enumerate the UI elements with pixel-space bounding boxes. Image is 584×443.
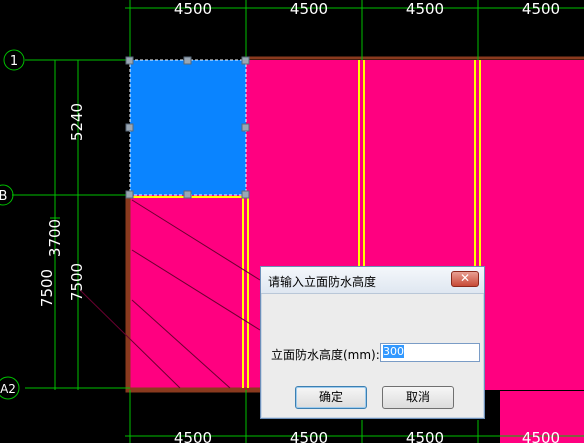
top-dimensions: 4500 4500 4500 4500 xyxy=(174,0,560,18)
close-icon[interactable]: ✕ xyxy=(451,271,479,287)
svg-text:5240: 5240 xyxy=(68,103,86,141)
height-label: 立面防水高度(mm): xyxy=(271,348,380,362)
selected-room[interactable] xyxy=(129,59,247,196)
svg-text:4500: 4500 xyxy=(406,0,444,18)
svg-text:A2: A2 xyxy=(0,382,16,396)
svg-text:4500: 4500 xyxy=(406,429,444,443)
waterproof-height-dialog: 请输入立面防水高度 ✕ 立面防水高度(mm): 300 确定 取消 xyxy=(260,266,485,419)
svg-text:1: 1 xyxy=(10,54,18,69)
svg-text:4500: 4500 xyxy=(290,429,328,443)
svg-text:4500: 4500 xyxy=(290,0,328,18)
height-input[interactable]: 300 xyxy=(380,343,480,362)
svg-text:7500: 7500 xyxy=(68,263,86,301)
dialog-titlebar[interactable]: 请输入立面防水高度 ✕ xyxy=(261,267,484,294)
cancel-button[interactable]: 取消 xyxy=(382,386,454,409)
svg-text:3700: 3700 xyxy=(46,219,64,257)
svg-text:4500: 4500 xyxy=(174,0,212,18)
ok-button[interactable]: 确定 xyxy=(295,386,367,409)
axis-bubble-1: 1 xyxy=(3,49,25,71)
axis-bubble-b: B xyxy=(0,184,14,206)
left-dimensions: 5240 3700 7500 7500 xyxy=(38,103,86,307)
svg-text:4500: 4500 xyxy=(174,429,212,443)
svg-text:B: B xyxy=(0,189,7,204)
svg-text:4500: 4500 xyxy=(522,429,560,443)
svg-text:4500: 4500 xyxy=(522,0,560,18)
dialog-title: 请输入立面防水高度 xyxy=(268,275,377,289)
axis-bubble-a2: A2 xyxy=(0,376,20,400)
svg-text:7500: 7500 xyxy=(38,269,56,307)
